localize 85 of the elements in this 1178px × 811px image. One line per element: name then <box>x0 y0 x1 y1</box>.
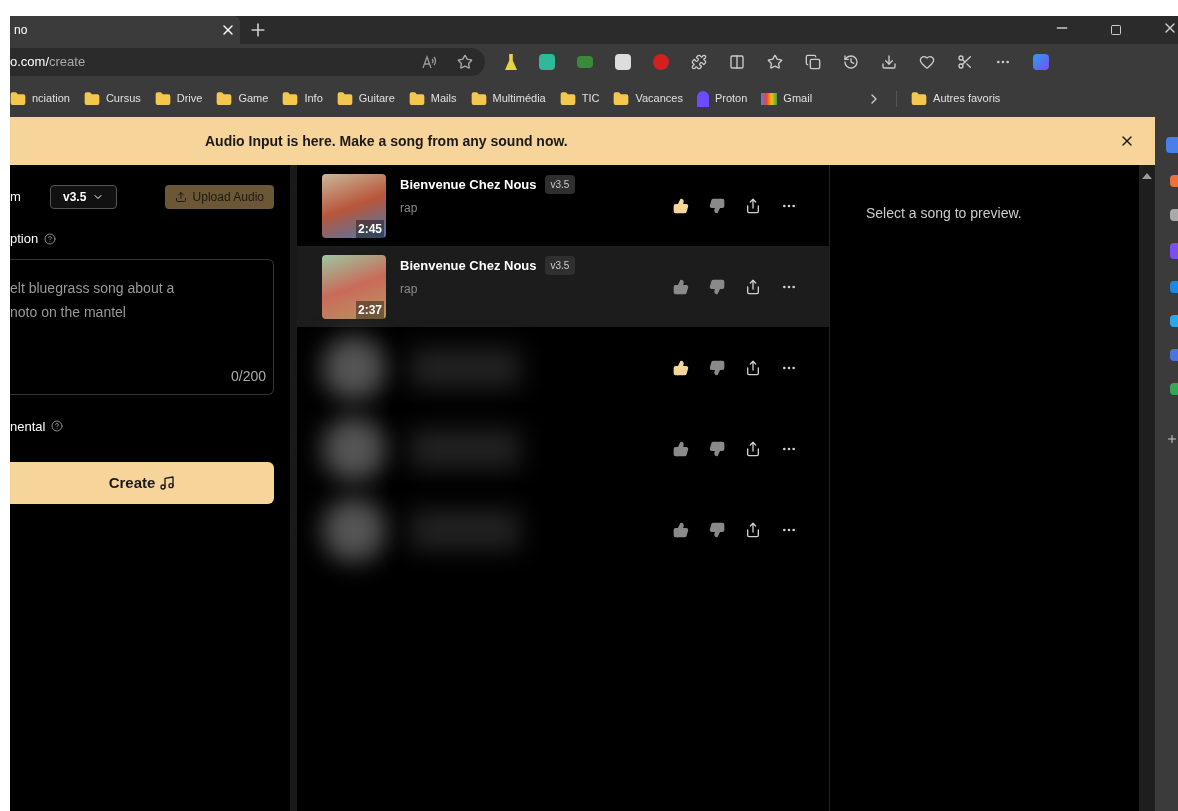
health-icon[interactable] <box>919 54 935 70</box>
song-title[interactable]: Bienvenue Chez Nous <box>400 175 537 195</box>
bookmark-link[interactable]: Proton <box>714 90 748 107</box>
blurred-cover <box>322 335 386 400</box>
song-title[interactable]: Bienvenue Chez Nous <box>400 256 537 276</box>
model-label: m <box>10 188 22 207</box>
download-icon[interactable] <box>881 54 897 70</box>
bookmark-link[interactable]: Vacances <box>635 90 683 107</box>
thumbs-up-icon[interactable] <box>673 521 689 538</box>
thumbs-up-icon[interactable] <box>673 278 689 295</box>
preview-empty-text: Select a song to preview. <box>866 204 1023 223</box>
thumbs-up-icon[interactable] <box>673 440 689 457</box>
song-genre: rap <box>400 199 419 217</box>
thumbs-down-icon[interactable] <box>709 440 725 457</box>
screenshot-icon[interactable] <box>957 54 973 70</box>
share-icon[interactable] <box>745 359 761 376</box>
sidebar-app-icon[interactable] <box>1170 383 1178 395</box>
extension-icon[interactable] <box>539 54 555 70</box>
folder-icon <box>83 90 100 107</box>
upload-icon <box>174 191 187 203</box>
bookmark-link[interactable]: Mails <box>430 90 457 107</box>
scrollbar[interactable] <box>1139 165 1155 811</box>
duration-label: 2:45 <box>355 219 384 238</box>
bookmark-link[interactable]: Cursus <box>105 90 141 107</box>
banner-text: Audio Input is here. Make a song from any sound now. <box>205 131 568 151</box>
duration-label: 2:37 <box>355 300 384 319</box>
share-icon[interactable] <box>745 521 761 538</box>
url-text: o.com/create <box>10 53 86 72</box>
favorites-icon[interactable] <box>767 54 783 70</box>
collections-icon[interactable] <box>805 54 821 70</box>
thumbs-down-icon[interactable] <box>709 278 725 295</box>
char-count: 0/200 <box>230 366 266 386</box>
blurred-cover <box>322 497 386 562</box>
song-row[interactable]: 2:37 Bienvenue Chez Nous v3.5 rap <box>297 246 829 327</box>
maximize-icon[interactable] <box>1110 24 1122 36</box>
thumbs-down-icon[interactable] <box>709 359 725 376</box>
bookmark-link[interactable]: Autres favoris <box>933 90 1001 107</box>
address-bar[interactable]: o.com/create <box>10 48 485 76</box>
history-icon[interactable] <box>843 54 859 70</box>
bookmark-link[interactable]: Drive <box>176 90 203 107</box>
thumbs-down-icon[interactable] <box>709 197 725 214</box>
sidebar-app-icon[interactable] <box>1170 315 1178 327</box>
create-button[interactable]: Create <box>10 462 274 504</box>
split-screen-icon[interactable] <box>729 54 745 70</box>
help-icon[interactable] <box>44 232 57 245</box>
song-genre: rap <box>400 280 419 298</box>
share-icon[interactable] <box>745 278 761 295</box>
bookmark-link[interactable]: Multimédia <box>492 90 546 107</box>
favorite-star-icon[interactable] <box>457 54 473 70</box>
description-label: ption <box>10 230 39 248</box>
bookmark-link[interactable]: Guitare <box>358 90 395 107</box>
puzzle-icon[interactable] <box>691 54 707 70</box>
folder-icon <box>408 90 425 107</box>
folder-icon <box>216 90 233 107</box>
extension-icon[interactable] <box>615 54 631 70</box>
sidebar-app-icon[interactable] <box>1170 175 1178 187</box>
help-icon[interactable] <box>51 420 64 433</box>
instrumental-label: nental <box>10 417 46 436</box>
share-icon[interactable] <box>745 440 761 457</box>
share-icon[interactable] <box>745 197 761 214</box>
music-note-icon <box>159 475 176 491</box>
add-icon[interactable] <box>1166 433 1178 445</box>
folder-icon <box>336 90 353 107</box>
sidebar-app-icon[interactable] <box>1170 209 1178 221</box>
thumbs-down-icon[interactable] <box>709 521 725 538</box>
blurred-cover <box>322 416 386 481</box>
bookmark-link[interactable]: TIC <box>581 90 600 107</box>
bookmark-link[interactable]: nciation <box>32 90 70 107</box>
read-aloud-icon[interactable] <box>421 54 437 70</box>
folder-icon <box>470 90 487 107</box>
folder-icon <box>10 90 26 107</box>
folder-icon <box>282 90 299 107</box>
folder-icon <box>613 90 630 107</box>
bookmark-link[interactable]: Game <box>238 90 269 107</box>
tab-title: no <box>14 22 28 39</box>
version-badge: v3.5 <box>544 175 576 195</box>
browser-tab[interactable]: no <box>10 16 240 44</box>
folder-icon <box>154 90 171 107</box>
bookmark-link[interactable]: Info <box>304 90 323 107</box>
version-badge: v3.5 <box>544 256 576 276</box>
folder-icon <box>911 90 928 107</box>
bookmark-link[interactable]: Gmail <box>783 90 813 107</box>
model-select[interactable]: v3.5 <box>50 185 118 209</box>
flask-icon[interactable] <box>505 54 517 70</box>
folder-icon <box>559 90 576 107</box>
